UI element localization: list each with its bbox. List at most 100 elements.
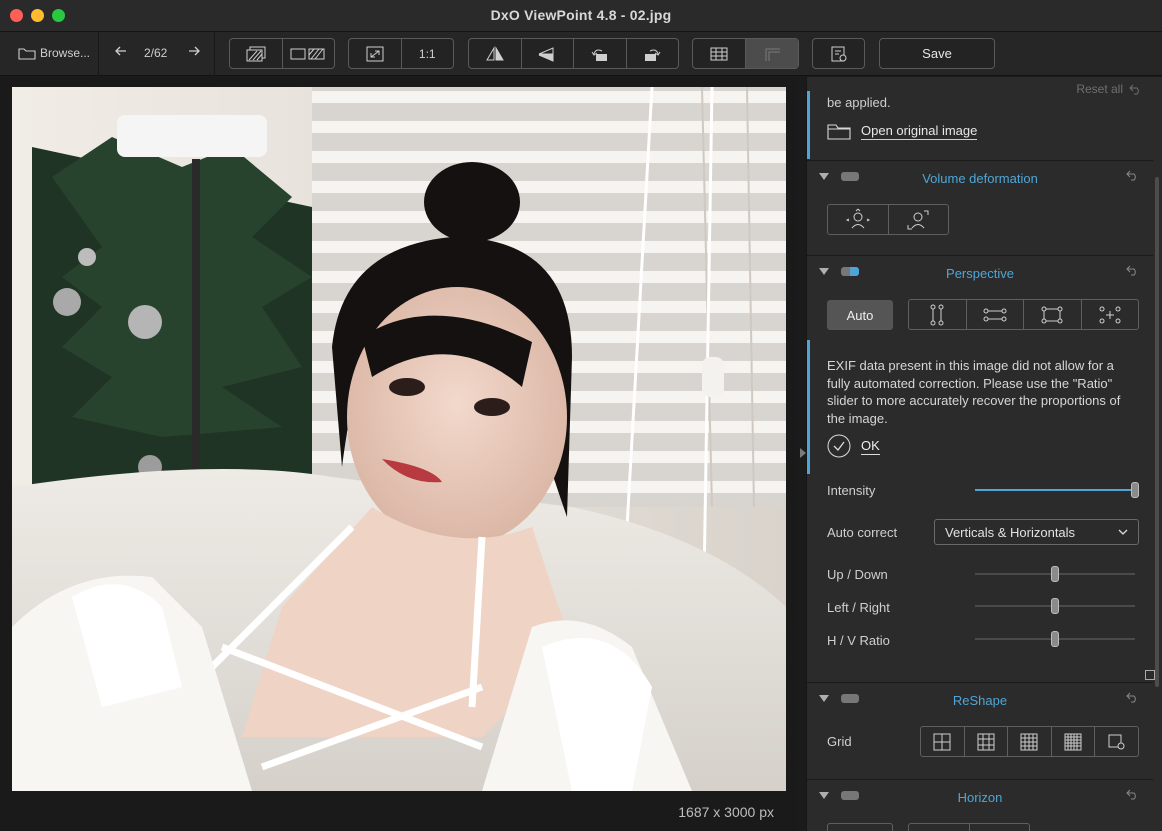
horizontal-lines-icon	[983, 308, 1007, 321]
open-original-link[interactable]: Open original image	[827, 122, 978, 140]
folder-icon	[827, 124, 851, 140]
export-settings-icon	[831, 46, 846, 61]
check-circle-icon	[827, 434, 851, 458]
reshape-header[interactable]: ReShape	[807, 682, 1153, 716]
undo-icon[interactable]	[1126, 265, 1139, 276]
grid-3x3-button[interactable]	[965, 727, 1009, 756]
compare-view-group	[229, 38, 335, 69]
undo-icon[interactable]	[1126, 692, 1139, 703]
browse-button[interactable]: Browse...	[18, 46, 90, 60]
grid-4x4-icon	[1020, 733, 1038, 750]
ok-button[interactable]: OK	[827, 434, 880, 458]
reset-all-button[interactable]: Reset all	[1076, 82, 1142, 96]
volume-deformation-header[interactable]: Volume deformation	[807, 160, 1153, 194]
arrow-left-icon	[115, 46, 126, 56]
reshape-grid-tools	[920, 726, 1139, 757]
guides-button[interactable]	[746, 39, 798, 68]
grid-3x3-icon	[977, 733, 995, 750]
window-title: DxO ViewPoint 4.8 - 02.jpg	[490, 7, 672, 23]
grid-overlay-button[interactable]	[693, 39, 746, 68]
transform-group	[468, 38, 679, 69]
message-accent-bar	[807, 340, 810, 474]
up-down-slider-thumb[interactable]	[1051, 566, 1059, 582]
left-right-slider[interactable]	[975, 598, 1135, 614]
grid-settings-icon	[1108, 734, 1125, 749]
rectangle-button[interactable]	[1024, 300, 1082, 329]
toolbar: Browse... 2/62 1:1 Save	[0, 32, 1162, 76]
undo-icon[interactable]	[1126, 170, 1139, 181]
perspective-header[interactable]: Perspective	[807, 255, 1153, 289]
folder-icon	[18, 47, 36, 60]
intensity-slider[interactable]	[975, 482, 1139, 498]
flip-vertical-button[interactable]	[522, 39, 574, 68]
grid-2x2-button[interactable]	[921, 727, 965, 756]
info-text: be applied.	[827, 95, 891, 110]
panel-scrollbar[interactable]	[1155, 177, 1159, 687]
toolbar-divider	[214, 32, 215, 76]
person-frame-icon	[907, 210, 929, 229]
horizon-tool-button[interactable]	[909, 824, 970, 831]
fit-to-screen-button[interactable]	[349, 39, 402, 68]
arrow-right-icon	[189, 46, 200, 56]
intensity-slider-fill	[975, 489, 1135, 491]
grid-settings-button[interactable]	[1095, 727, 1138, 756]
auto-correct-dropdown[interactable]: Verticals & Horizontals	[934, 519, 1139, 545]
zoom-100-button[interactable]: 1:1	[402, 39, 454, 68]
auto-perspective-button[interactable]: Auto	[827, 300, 893, 330]
image-dimensions: 1687 x 3000 px	[678, 804, 774, 820]
export-presets-button[interactable]	[813, 39, 864, 68]
exif-message: EXIF data present in this image did not …	[827, 358, 1121, 426]
intensity-label: Intensity	[827, 483, 876, 498]
volume-title: Volume deformation	[922, 171, 1038, 186]
rotate-left-button[interactable]	[574, 39, 627, 68]
title-bar: DxO ViewPoint 4.8 - 02.jpg	[0, 0, 1162, 32]
points-plus-icon	[1099, 306, 1121, 323]
vertical-parallel-button[interactable]	[909, 300, 967, 329]
toolbar-divider	[98, 32, 99, 76]
grid-group	[692, 38, 799, 69]
browse-label: Browse...	[40, 46, 91, 60]
up-down-label: Up / Down	[827, 567, 888, 582]
rotate-right-button[interactable]	[627, 39, 679, 68]
rotate-right-icon	[645, 49, 661, 61]
flip-horizontal-icon	[485, 45, 504, 60]
undo-icon[interactable]	[1126, 789, 1139, 800]
horizon-auto-button[interactable]	[827, 823, 893, 831]
minimize-section-icon[interactable]	[1145, 670, 1155, 680]
horizon-tool-button[interactable]	[970, 824, 1030, 831]
next-image-button[interactable]	[187, 44, 201, 61]
save-button[interactable]: Save	[879, 38, 995, 69]
image-viewer: 1687 x 3000 px	[0, 77, 798, 831]
grid-label: Grid	[827, 734, 852, 749]
undo-icon	[1129, 84, 1139, 94]
grid-dense-icon	[1064, 733, 1082, 750]
volume-anamorphosis-button[interactable]	[828, 205, 889, 234]
photo-preview[interactable]	[12, 87, 786, 791]
perspective-tools	[908, 299, 1139, 330]
up-down-slider[interactable]	[975, 566, 1135, 582]
horizon-title: Horizon	[957, 790, 1003, 805]
horizon-header[interactable]: Horizon	[807, 779, 1153, 813]
info-accent-bar	[807, 91, 810, 159]
grid-dense-button[interactable]	[1052, 727, 1096, 756]
split-view-button[interactable]	[230, 39, 283, 68]
export-group	[812, 38, 865, 69]
volume-faces-button[interactable]	[889, 205, 949, 234]
auto-correct-value: Verticals & Horizontals	[945, 525, 1076, 540]
hv-ratio-slider-thumb[interactable]	[1051, 631, 1059, 647]
zoom-group: 1:1	[348, 38, 454, 69]
volume-tools	[827, 204, 949, 235]
eight-points-button[interactable]	[1082, 300, 1139, 329]
grid-4x4-button[interactable]	[1008, 727, 1052, 756]
vertical-lines-icon	[930, 304, 944, 325]
left-right-slider-thumb[interactable]	[1051, 598, 1059, 614]
flip-vertical-icon	[539, 46, 554, 62]
flip-horizontal-button[interactable]	[469, 39, 522, 68]
horizontal-parallel-button[interactable]	[967, 300, 1024, 329]
previous-image-button[interactable]	[114, 44, 128, 61]
side-by-side-button[interactable]	[283, 39, 335, 68]
intensity-slider-thumb[interactable]	[1131, 482, 1139, 498]
fit-screen-icon	[366, 46, 384, 61]
side-by-side-icon	[290, 48, 325, 59]
hv-ratio-slider[interactable]	[975, 631, 1135, 647]
